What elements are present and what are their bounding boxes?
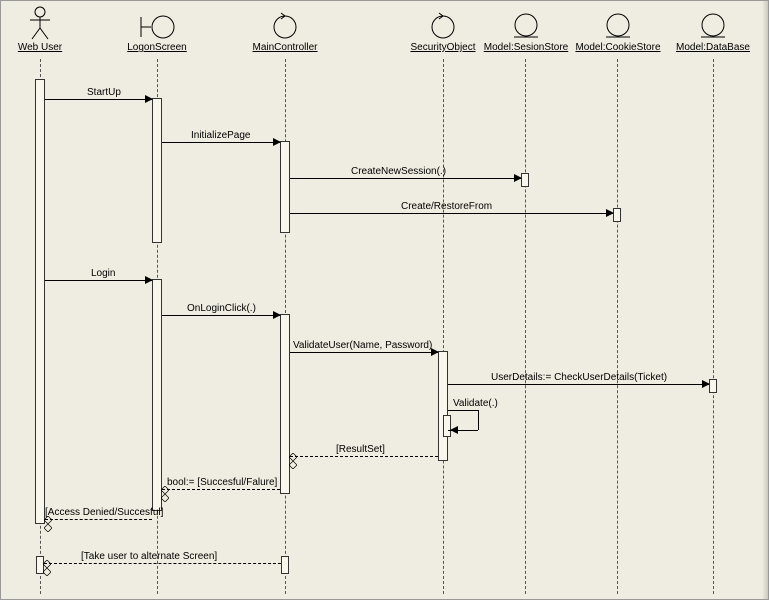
arrow-access-denied [45,519,152,520]
label-initialize-page: InitializePage [191,130,250,141]
label-login: Login [91,268,115,279]
participant-cookie-store: Model:CookieStore [573,6,663,53]
participant-label: Web User [18,42,62,53]
arrow-result-set [290,456,438,457]
participant-logon-screen: LogonScreen [121,6,193,53]
label-take-user-alternate: [Take user to alternate Screen] [81,551,217,562]
activation-cookie-store [613,208,621,222]
participant-label: Model:CookieStore [575,42,660,53]
participant-label: Model:SesionStore [484,42,569,53]
entity-icon [573,6,663,40]
lifeline-security-object [443,59,444,594]
control-icon [251,6,319,40]
label-bool-success-failure: bool:= [Succesful/Falure] [167,477,277,488]
lifeline-session-store [525,59,526,594]
arrow-startup [45,99,152,100]
participant-database: Model:DataBase [671,6,755,53]
arrow-on-login-click [162,315,280,316]
label-create-new-session: CreateNewSession(.) [351,166,446,177]
label-on-login-click: OnLoginClick(.) [187,303,256,314]
label-validate-user: ValidateUser(Name, Password) [293,340,432,351]
label-validate-self: Validate(.) [453,398,498,409]
participant-main-controller: MainController [251,6,319,53]
label-user-details: UserDetails:= CheckUserDetails(Ticket) [491,372,667,383]
activation-logon-screen-1 [152,98,162,243]
label-access-denied: [Access Denied/Succesful] [45,507,163,518]
arrow-user-details [448,384,709,385]
label-startup: StartUp [87,87,121,98]
actor-icon [11,6,69,40]
participant-web-user: Web User [11,6,69,53]
control-icon [409,6,477,40]
entity-icon [481,6,571,40]
participant-label: MainController [252,42,317,53]
arrow-take-user-alternate [44,563,281,564]
participant-session-store: Model:SesionStore [481,6,571,53]
arrow-validate-user [290,352,438,353]
activation-logon-screen-2 [152,279,162,511]
activation-security-object [438,351,448,461]
participant-security-object: SecurityObject [409,6,477,53]
activation-database [709,379,717,393]
arrow-validate-self [448,410,478,430]
participant-label: Model:DataBase [676,42,750,53]
lifeline-cookie-store [617,59,618,594]
arrow-create-restore-from [290,213,613,214]
boundary-icon [121,6,193,40]
participant-label: SecurityObject [410,42,475,53]
arrow-initialize-page [162,142,280,143]
activation-main-controller-3 [281,556,289,574]
participant-label: LogonScreen [127,42,187,53]
entity-icon [671,6,755,40]
activation-web-user [35,79,45,524]
label-create-restore-from: Create/RestoreFrom [401,201,492,212]
lifeline-database [713,59,714,594]
arrow-create-new-session [290,178,521,179]
arrow-login [45,280,152,281]
arrow-bool-success-failure [162,489,280,490]
label-result-set: [ResultSet] [336,444,385,455]
activation-main-controller-1 [280,141,290,233]
sequence-diagram: { "participants": { "webUser": { "label"… [0,0,769,600]
activation-session-store [521,173,529,187]
